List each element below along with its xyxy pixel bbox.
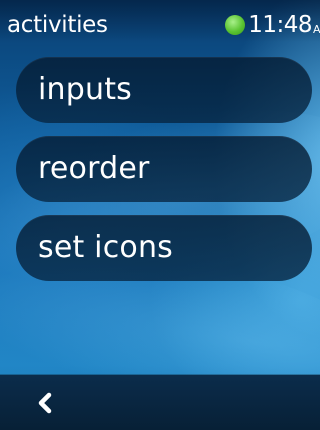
menu-item-label: inputs (38, 72, 132, 107)
chevron-left-icon (38, 392, 52, 414)
page-title: activities (7, 12, 108, 38)
menu-item-set-icons[interactable]: set icons (16, 215, 312, 281)
back-button[interactable] (26, 388, 66, 418)
clock-am-pm: A (313, 24, 320, 35)
menu-item-label: set icons (38, 230, 174, 265)
menu-item-label: reorder (38, 151, 150, 186)
screen: activities 11:48 A inputs reorder set ic… (0, 0, 320, 430)
clock: 11:48 (248, 12, 312, 38)
menu-item-inputs[interactable]: inputs (16, 57, 312, 123)
menu-item-reorder[interactable]: reorder (16, 136, 312, 202)
activities-menu: inputs reorder set icons (16, 57, 312, 294)
status-indicators: 11:48 A (225, 12, 320, 38)
status-bar: activities 11:48 A (0, 0, 320, 42)
bottom-bar (0, 375, 320, 430)
connection-status-icon (225, 15, 246, 35)
